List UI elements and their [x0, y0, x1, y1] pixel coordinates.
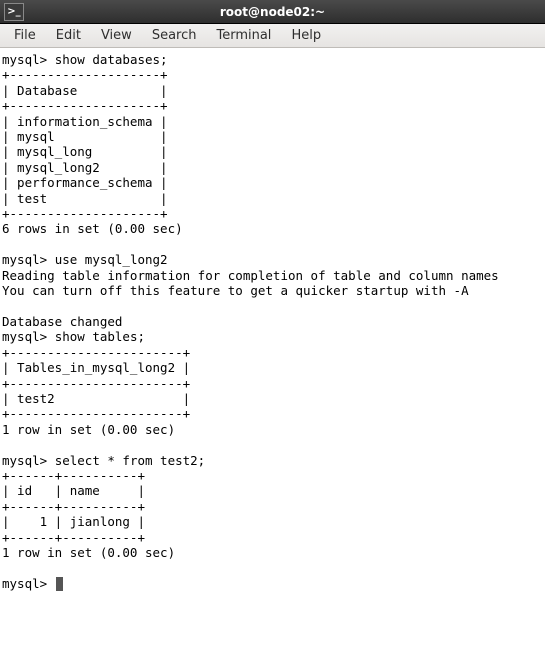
menu-bar: File Edit View Search Terminal Help: [0, 24, 545, 48]
table-sep: +--------------------+: [2, 98, 168, 113]
table-header: | id | name |: [2, 483, 145, 498]
table-row: | mysql |: [2, 129, 168, 144]
table-sep: +------+----------+: [2, 530, 145, 545]
menu-terminal[interactable]: Terminal: [206, 25, 281, 46]
table-row: | test2 |: [2, 391, 190, 406]
result-summary: 1 row in set (0.00 sec): [2, 545, 175, 560]
prompt: mysql>: [2, 252, 47, 267]
cmd-show-tables: show tables;: [55, 329, 145, 344]
table-sep: +------+----------+: [2, 468, 145, 483]
window-titlebar: >_ root@node02:~: [0, 0, 545, 24]
prompt: mysql>: [2, 52, 47, 67]
terminal-output[interactable]: mysql> show databases; +----------------…: [0, 48, 545, 645]
output-line: Database changed: [2, 314, 122, 329]
text-cursor: [56, 577, 63, 591]
table-row: | performance_schema |: [2, 175, 168, 190]
output-line: Reading table information for completion…: [2, 268, 499, 283]
table-row: | information_schema |: [2, 114, 168, 129]
table-row: | test |: [2, 191, 168, 206]
table-sep: +------+----------+: [2, 499, 145, 514]
result-summary: 1 row in set (0.00 sec): [2, 422, 175, 437]
table-sep: +--------------------+: [2, 67, 168, 82]
window-title: root@node02:~: [0, 5, 545, 19]
result-summary: 6 rows in set (0.00 sec): [2, 221, 183, 236]
table-sep: +-----------------------+: [2, 376, 190, 391]
prompt: mysql>: [2, 329, 47, 344]
prompt: mysql>: [2, 576, 47, 591]
menu-file[interactable]: File: [4, 25, 46, 46]
menu-search[interactable]: Search: [142, 25, 207, 46]
table-sep: +-----------------------+: [2, 345, 190, 360]
table-header: | Tables_in_mysql_long2 |: [2, 360, 190, 375]
table-sep: +--------------------+: [2, 206, 168, 221]
menu-view[interactable]: View: [91, 25, 142, 46]
output-line: You can turn off this feature to get a q…: [2, 283, 469, 298]
menu-edit[interactable]: Edit: [46, 25, 91, 46]
menu-help[interactable]: Help: [281, 25, 331, 46]
cmd-show-databases: show databases;: [55, 52, 168, 67]
table-row: | mysql_long |: [2, 144, 168, 159]
cmd-select: select * from test2;: [55, 453, 206, 468]
cmd-use-db: use mysql_long2: [55, 252, 168, 267]
table-row: | mysql_long2 |: [2, 160, 168, 175]
prompt: mysql>: [2, 453, 47, 468]
terminal-app-icon: >_: [4, 3, 24, 21]
table-sep: +-----------------------+: [2, 406, 190, 421]
table-row: | 1 | jianlong |: [2, 514, 145, 529]
table-header: | Database |: [2, 83, 168, 98]
